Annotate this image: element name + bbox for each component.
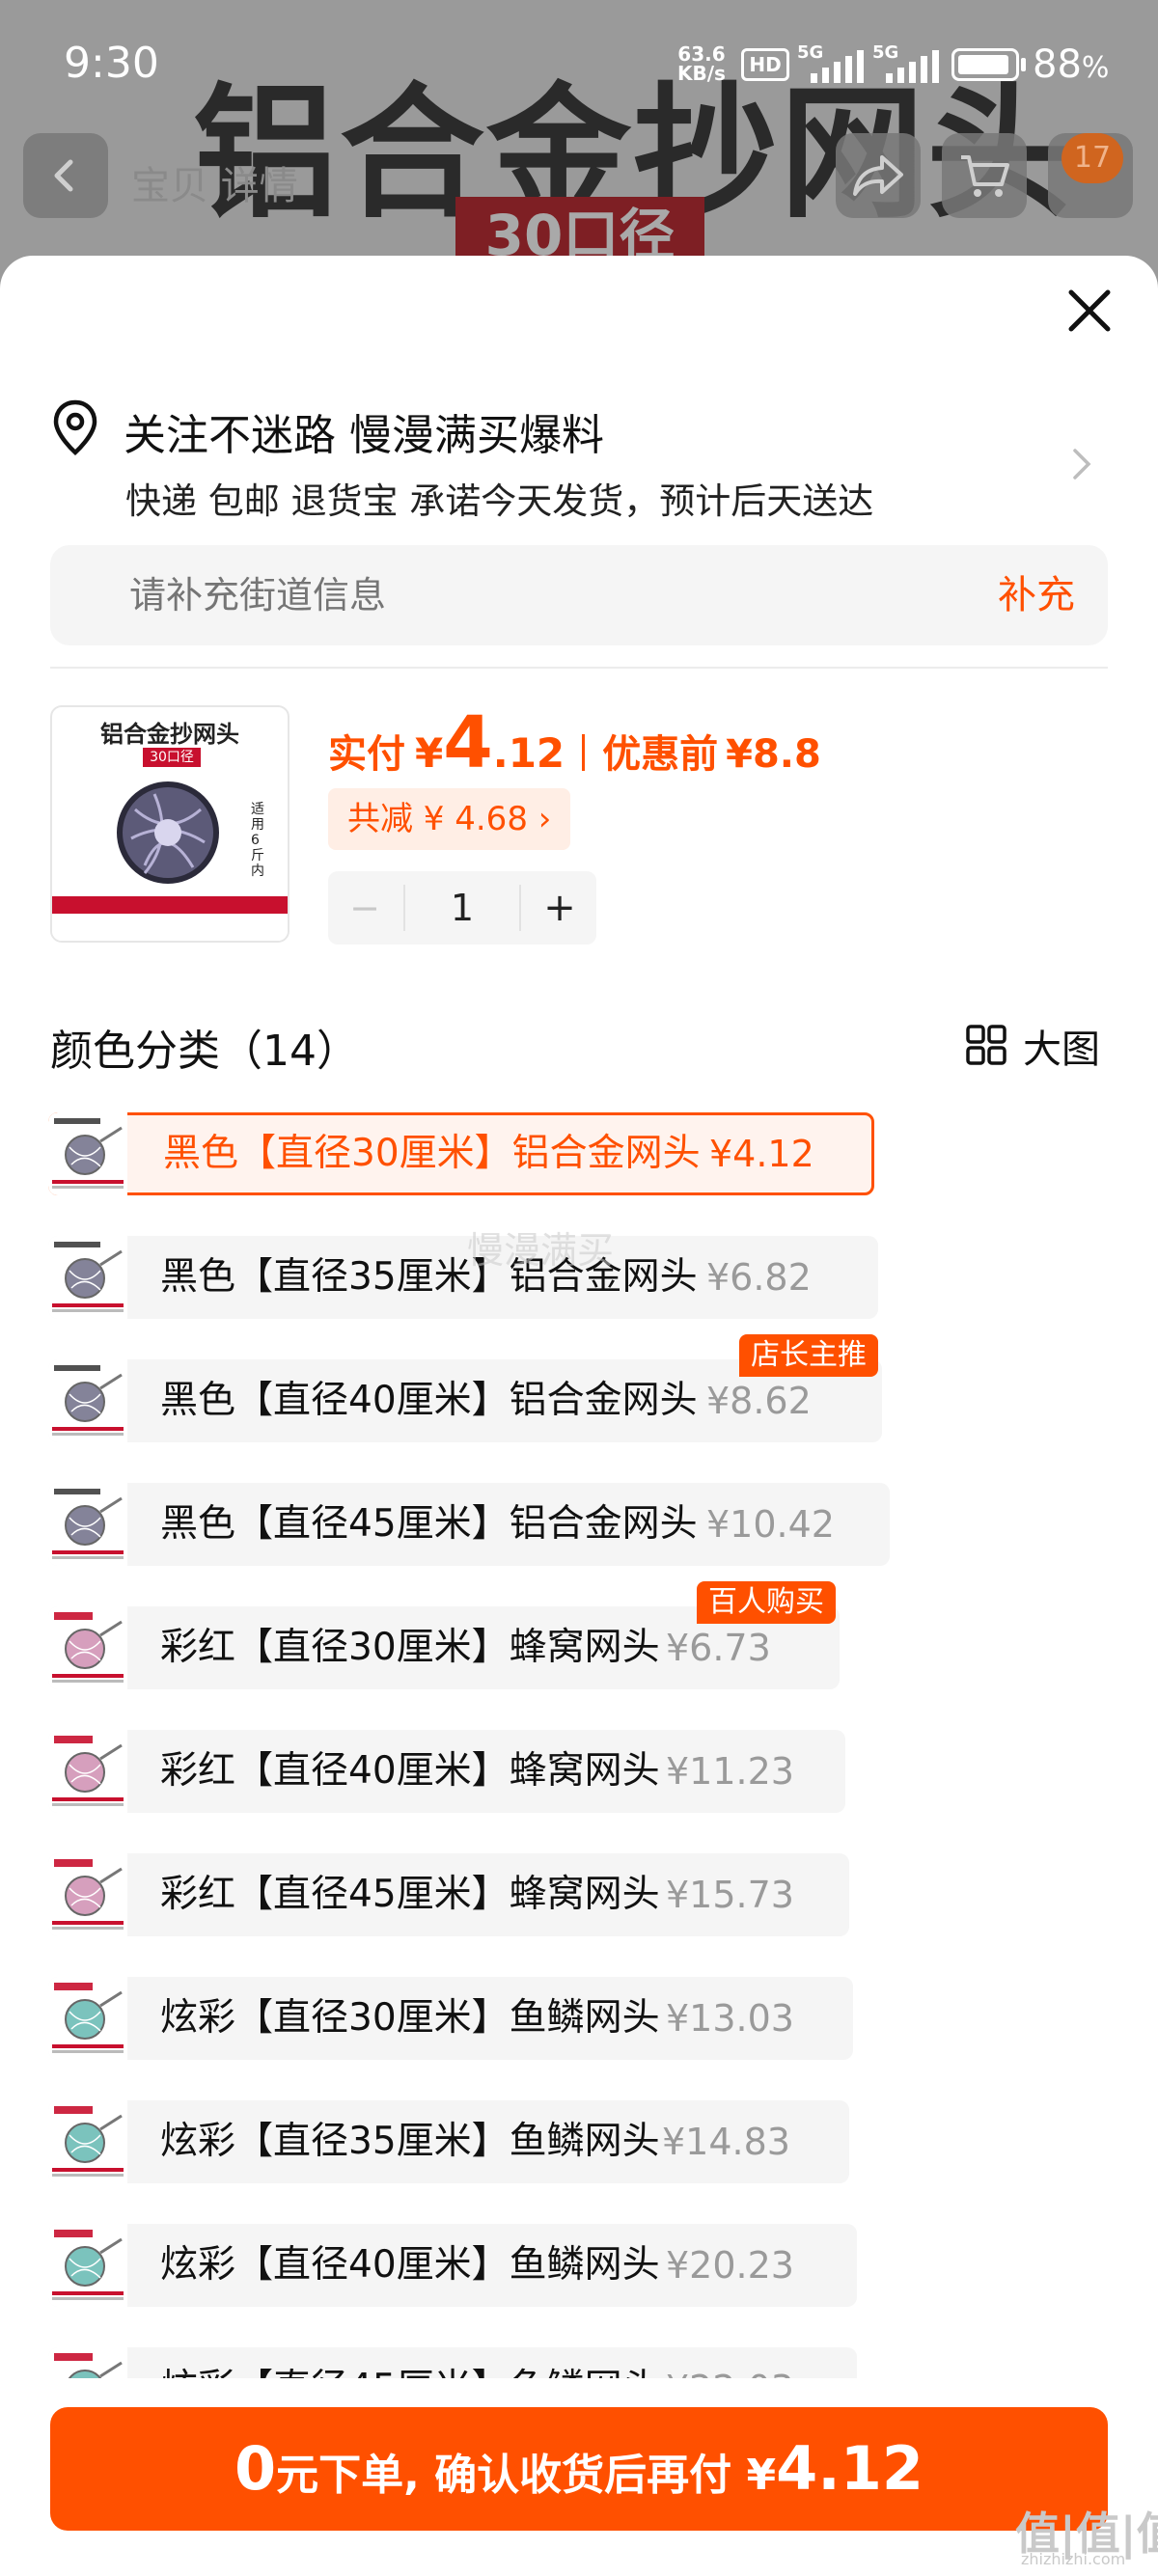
- option-price: ¥11.23: [666, 1750, 794, 1793]
- option-label: 黑色【直径40厘米】铝合金网头: [160, 1379, 698, 1422]
- product-thumbnail[interactable]: 铝合金抄网头 30口径 适用6斤内: [50, 705, 290, 943]
- cta-zero: 0: [234, 2433, 277, 2504]
- option-price: ¥6.82: [706, 1256, 812, 1299]
- location-pin-icon: [53, 399, 97, 456]
- product-page-background: 铝合金抄网头 30口径 宝贝 详情 17 9:30 63.6 KB/s HD 5…: [0, 0, 1158, 289]
- price-label: 实付: [328, 732, 405, 777]
- option-price: ¥15.73: [666, 1874, 794, 1916]
- color-option[interactable]: 炫彩【直径35厘米】鱼鳞网头 ¥14.83: [48, 2100, 849, 2183]
- thumb-side-note: 适用6斤内: [251, 802, 264, 879]
- option-thumbnail: [48, 1853, 127, 1936]
- currency-symbol: ¥: [415, 729, 444, 777]
- option-tag-badge: 店长主推: [739, 1334, 878, 1377]
- color-option[interactable]: 炫彩【直径40厘米】鱼鳞网头 ¥20.23: [48, 2224, 857, 2307]
- price-decimal: .12: [492, 729, 565, 777]
- option-label: 黑色【直径30厘米】铝合金网头: [163, 1132, 701, 1175]
- watermark: 慢漫满买: [467, 1229, 615, 1272]
- increase-button[interactable]: +: [523, 871, 596, 945]
- cta-price: 4.12: [776, 2433, 924, 2504]
- place-order-button[interactable]: 0元下单, 确认收货后再付 ¥4.12: [50, 2407, 1108, 2531]
- cart-button[interactable]: [942, 133, 1027, 218]
- battery-icon: [951, 48, 1019, 81]
- option-label: 黑色【直径35厘米】铝合金网头: [160, 1255, 698, 1299]
- site-watermark-url: zhizhizhi.com: [1021, 2550, 1126, 2568]
- option-thumbnail: [48, 1483, 127, 1566]
- option-label: 彩红【直径40厘米】蜂窝网头: [160, 1749, 660, 1793]
- option-label: 彩红【直径30厘米】蜂窝网头: [160, 1626, 660, 1669]
- status-time: 9:30: [64, 39, 159, 88]
- divider: [50, 667, 1108, 669]
- net-speed-unit: KB/s: [677, 62, 726, 85]
- color-option[interactable]: 黑色【直径45厘米】铝合金网头 ¥10.42: [48, 1483, 890, 1566]
- share-button[interactable]: [836, 133, 921, 218]
- status-bar: 9:30 63.6 KB/s HD 5G 5G 88%: [0, 0, 1158, 127]
- hd-icon: HD: [741, 48, 789, 81]
- option-thumbnail: [48, 2224, 127, 2307]
- discount-detail-button[interactable]: 共减 ¥ 4.68 ›: [328, 788, 571, 850]
- price-line: 实付 ¥4.12 优惠前 ¥8.8: [328, 701, 821, 784]
- cart-count-badge: 17: [1062, 133, 1123, 183]
- pre-discount-label: 优惠前: [602, 732, 719, 777]
- decrease-button[interactable]: −: [328, 871, 401, 945]
- color-option[interactable]: 炫彩【直径30厘米】鱼鳞网头 ¥13.03: [48, 1977, 853, 2060]
- color-category-title: 颜色分类（14）: [50, 1027, 359, 1076]
- street-info-row: 补充: [50, 545, 1108, 645]
- signal-icon-2: 5G: [872, 42, 950, 83]
- option-label: 彩红【直径45厘米】蜂窝网头: [160, 1873, 660, 1916]
- option-price: ¥13.03: [666, 1997, 794, 2040]
- option-label: 黑色【直径45厘米】铝合金网头: [160, 1502, 698, 1546]
- close-icon[interactable]: [1063, 285, 1116, 337]
- cart-icon: [961, 155, 1009, 197]
- share-icon: [853, 155, 903, 196]
- sku-selection-sheet: 关注不迷路 慢漫满买爆料 快递 包邮 退货宝 承诺今天发货，预计后天送达 补充 …: [0, 256, 1158, 2576]
- option-label: 炫彩【直径35厘米】鱼鳞网头: [160, 2120, 660, 2163]
- grid-icon: [966, 1025, 1006, 1065]
- chevron-right-icon[interactable]: [1069, 445, 1096, 483]
- option-price: ¥14.83: [662, 2121, 790, 2163]
- supplement-button[interactable]: 补充: [998, 545, 1075, 645]
- cta-text: 元下单, 确认收货后再付 ¥: [276, 2451, 777, 2500]
- option-thumbnail: [48, 1606, 127, 1689]
- net-speed-value: 63.6: [677, 42, 726, 66]
- net-speed: 63.6 KB/s: [677, 44, 726, 83]
- thumb-title: 铝合金抄网头: [100, 721, 239, 748]
- option-label: 炫彩【直径30厘米】鱼鳞网头: [160, 1996, 660, 2040]
- option-price: ¥10.42: [706, 1503, 835, 1546]
- back-button[interactable]: [23, 133, 108, 218]
- landing-net-image: [117, 781, 219, 884]
- quantity-value[interactable]: 1: [403, 885, 521, 931]
- option-thumbnail: [48, 1730, 127, 1813]
- option-thumbnail: [48, 1112, 127, 1195]
- quantity-stepper: − 1 +: [328, 871, 596, 945]
- color-option[interactable]: 彩红【直径45厘米】蜂窝网头 ¥15.73: [48, 1853, 849, 1936]
- street-input[interactable]: [129, 545, 901, 645]
- option-thumbnail: [48, 1977, 127, 2060]
- option-tag-badge: 百人购买: [697, 1581, 836, 1624]
- option-thumbnail: [48, 2100, 127, 2183]
- battery-percent: 88%: [1033, 42, 1110, 87]
- color-option[interactable]: 彩红【直径40厘米】蜂窝网头 ¥11.23: [48, 1730, 845, 1813]
- product-tabs: 宝贝 详情: [131, 164, 298, 208]
- signal-icon: 5G: [797, 42, 874, 83]
- color-option[interactable]: 黑色【直径30厘米】铝合金网头 ¥4.12: [48, 1112, 874, 1195]
- option-thumbnail: [48, 1236, 127, 1319]
- option-price: ¥4.12: [709, 1133, 814, 1175]
- option-price: ¥20.23: [666, 2244, 794, 2287]
- thumb-badge: 30口径: [143, 748, 201, 767]
- delivery-info: 快递 包邮 退货宝 承诺今天发货，预计后天送达: [125, 480, 874, 522]
- pre-discount-price: ¥8.8: [726, 732, 821, 777]
- big-view-label: 大图: [1023, 1028, 1100, 1072]
- option-thumbnail: [48, 1359, 127, 1442]
- option-label: 炫彩【直径40厘米】鱼鳞网头: [160, 2243, 660, 2287]
- color-option[interactable]: 黑色【直径35厘米】铝合金网头 ¥6.82: [48, 1236, 878, 1319]
- address-title[interactable]: 关注不迷路 慢漫满买爆料: [124, 400, 604, 462]
- price-integer: 4: [443, 701, 493, 784]
- back-icon: [54, 159, 73, 192]
